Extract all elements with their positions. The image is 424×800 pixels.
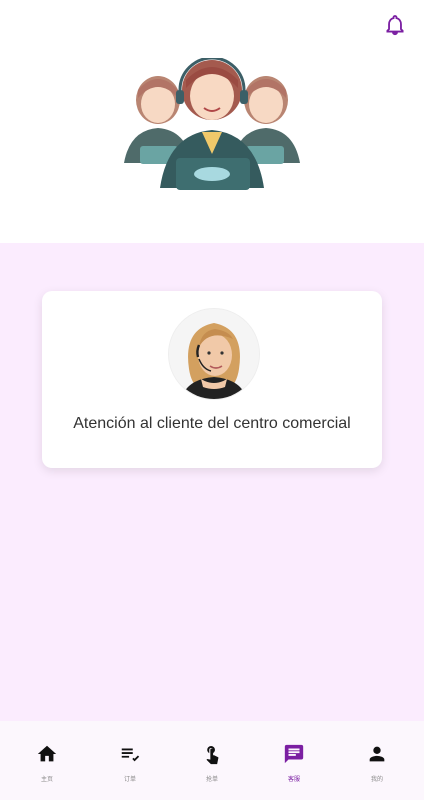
chat-icon bbox=[284, 744, 304, 764]
content-area: Atención al cliente del centro comercial bbox=[0, 243, 424, 721]
nav-item-home[interactable]: 主页 bbox=[5, 721, 89, 800]
nav-item-profile[interactable]: 我的 bbox=[335, 721, 419, 800]
tap-icon bbox=[206, 746, 219, 765]
home-icon bbox=[37, 745, 57, 762]
bell-icon[interactable] bbox=[384, 14, 406, 36]
nav-label-orders: 订单 bbox=[123, 777, 136, 783]
header-area bbox=[0, 0, 424, 243]
checklist-icon bbox=[121, 748, 140, 762]
customer-service-team-illustration bbox=[124, 58, 300, 190]
customer-service-label: Atención al cliente del centro comercial bbox=[73, 415, 351, 432]
nav-item-grab-orders[interactable]: 抢单 bbox=[170, 721, 254, 800]
customer-service-agent-photo bbox=[168, 308, 260, 400]
bottom-navigation: 主页 订单 抢单 客服 我的 bbox=[0, 721, 424, 800]
customer-service-card[interactable]: Atención al cliente del centro comercial bbox=[42, 291, 382, 468]
nav-item-customer-service[interactable]: 客服 bbox=[252, 721, 336, 800]
nav-label-customer-service: 客服 bbox=[287, 777, 300, 783]
nav-label-profile: 我的 bbox=[370, 777, 383, 783]
person-icon bbox=[369, 746, 385, 762]
nav-label-home: 主页 bbox=[40, 777, 53, 783]
nav-item-orders[interactable]: 订单 bbox=[88, 721, 172, 800]
nav-label-grab-orders: 抢单 bbox=[205, 777, 218, 783]
